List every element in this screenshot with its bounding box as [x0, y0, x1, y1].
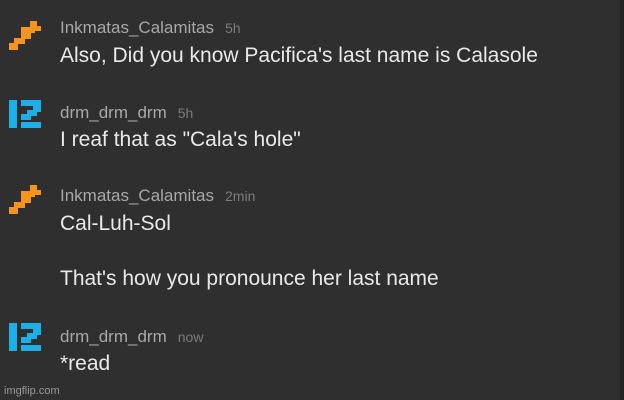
timestamp: now	[177, 329, 204, 345]
username-link[interactable]: drm_drm_drm	[60, 327, 167, 346]
comment-text: Cal-Luh-Sol	[60, 212, 171, 235]
comment-text: I reaf that as "Cala's hole"	[60, 128, 301, 151]
blue-pixel-letters-icon[interactable]	[9, 321, 41, 353]
username-link[interactable]: Inkmatas_Calamitas	[60, 18, 214, 37]
timestamp: 5h	[177, 105, 194, 121]
orange-pixel-worm-icon[interactable]	[9, 185, 41, 217]
comment-meta: Inkmatas_Calamitas 2min	[60, 186, 255, 206]
blue-pixel-letters-icon[interactable]	[9, 98, 41, 130]
orange-pixel-worm-icon[interactable]	[9, 21, 41, 53]
comment-thread: Inkmatas_Calamitas 5h Also, Did you know …	[0, 0, 624, 400]
comment-meta: drm_drm_drm now	[60, 327, 203, 347]
imgflip-watermark: imgflip.com	[4, 385, 60, 397]
comment-text: That's how you pronounce her last name	[60, 267, 439, 290]
comment-text: Also, Did you know Pacifica's last name …	[60, 44, 538, 67]
username-link[interactable]: Inkmatas_Calamitas	[60, 186, 214, 205]
username-link[interactable]: drm_drm_drm	[60, 103, 167, 122]
timestamp: 2min	[225, 188, 256, 204]
comment-meta: drm_drm_drm 5h	[60, 103, 193, 123]
comment-meta: Inkmatas_Calamitas 5h	[60, 18, 241, 38]
timestamp: 5h	[225, 20, 241, 36]
comment-text: *read	[60, 352, 111, 375]
